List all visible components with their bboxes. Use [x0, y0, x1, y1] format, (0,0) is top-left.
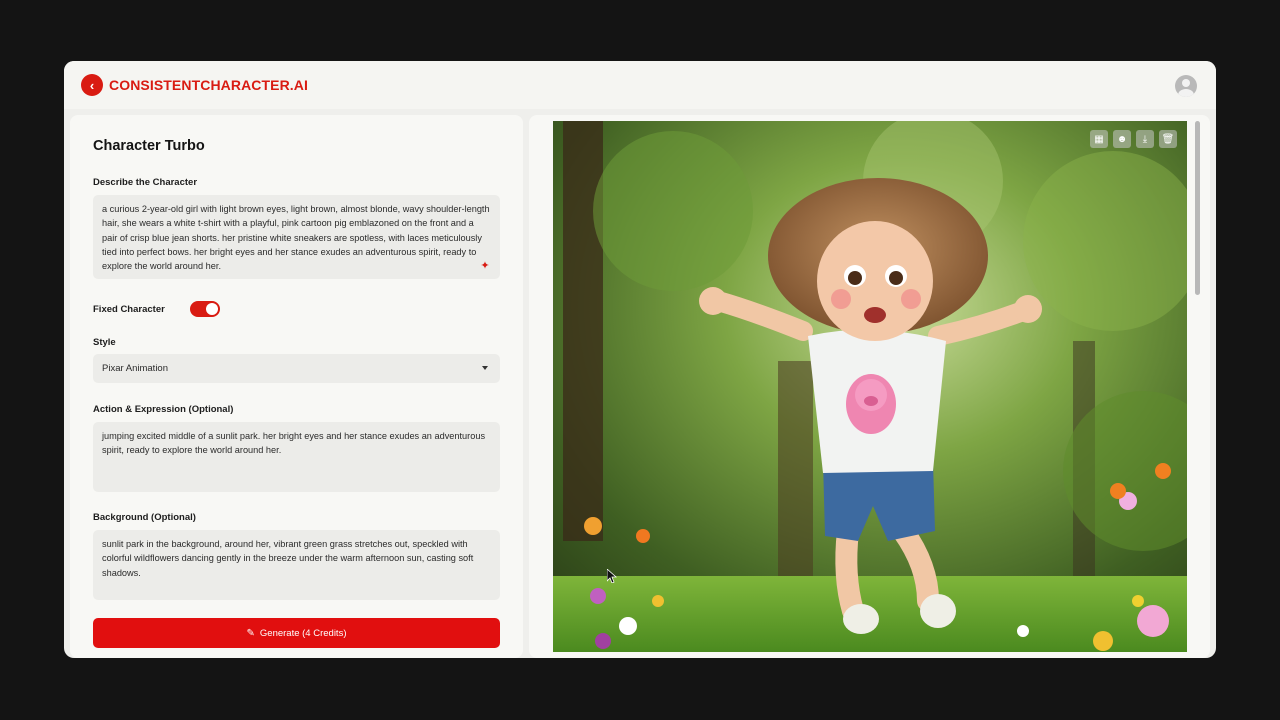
brand-logo[interactable]: CONSISTENTCHARACTER.AI	[109, 77, 308, 93]
face-icon[interactable]: ☻	[1113, 130, 1131, 148]
style-select-value: Pixar Animation	[102, 363, 169, 374]
caret-down-icon	[482, 366, 488, 370]
fixed-character-toggle[interactable]	[190, 301, 220, 317]
generate-button[interactable]: ✎ Generate (4 Credits)	[93, 618, 500, 648]
sparkle-icon[interactable]: ✦	[478, 259, 492, 273]
generate-button-label: Generate (4 Credits)	[259, 627, 347, 639]
app-window: ‹ CONSISTENTCHARACTER.AI Character Turbo…	[64, 61, 1216, 658]
toggle-knob	[206, 303, 218, 315]
back-button[interactable]: ‹	[81, 74, 103, 96]
preview-panel: ▦ ☻ ⤓ 🗑	[529, 115, 1210, 658]
action-label: Action & Expression (Optional)	[93, 404, 234, 415]
magic-wand-icon: ✎	[246, 627, 255, 639]
scrollbar-thumb[interactable]	[1195, 121, 1200, 295]
avatar-head	[1182, 79, 1190, 87]
generator-form: Character Turbo Describe the Character a…	[70, 115, 523, 658]
background-text: sunlit park in the background, around he…	[102, 539, 474, 578]
generated-image[interactable]: ▦ ☻ ⤓ 🗑	[553, 121, 1187, 652]
user-avatar[interactable]	[1175, 75, 1197, 97]
avatar-body	[1178, 89, 1194, 97]
describe-character-input[interactable]: a curious 2-year-old girl with light bro…	[93, 195, 500, 279]
style-label: Style	[93, 337, 116, 348]
describe-label: Describe the Character	[93, 177, 198, 188]
generated-character-image	[553, 121, 1187, 652]
style-select[interactable]: Pixar Animation	[93, 354, 500, 383]
trash-icon[interactable]: 🗑	[1159, 130, 1177, 148]
describe-character-text: a curious 2-year-old girl with light bro…	[102, 204, 490, 272]
chevron-left-icon: ‹	[89, 77, 95, 93]
action-expression-input[interactable]: jumping excited middle of a sunlit park.…	[93, 422, 500, 492]
action-expression-text: jumping excited middle of a sunlit park.…	[102, 431, 486, 456]
fixed-character-label: Fixed Character	[93, 304, 165, 315]
image-toolbar: ▦ ☻ ⤓ 🗑	[1090, 130, 1177, 148]
mouse-cursor-icon	[607, 569, 617, 583]
form-title: Character Turbo	[93, 138, 205, 154]
background-input[interactable]: sunlit park in the background, around he…	[93, 530, 500, 600]
download-icon[interactable]: ⤓	[1136, 130, 1154, 148]
background-label: Background (Optional)	[93, 512, 196, 523]
grid-icon[interactable]: ▦	[1090, 130, 1108, 148]
top-bar: ‹ CONSISTENTCHARACTER.AI	[64, 61, 1216, 109]
